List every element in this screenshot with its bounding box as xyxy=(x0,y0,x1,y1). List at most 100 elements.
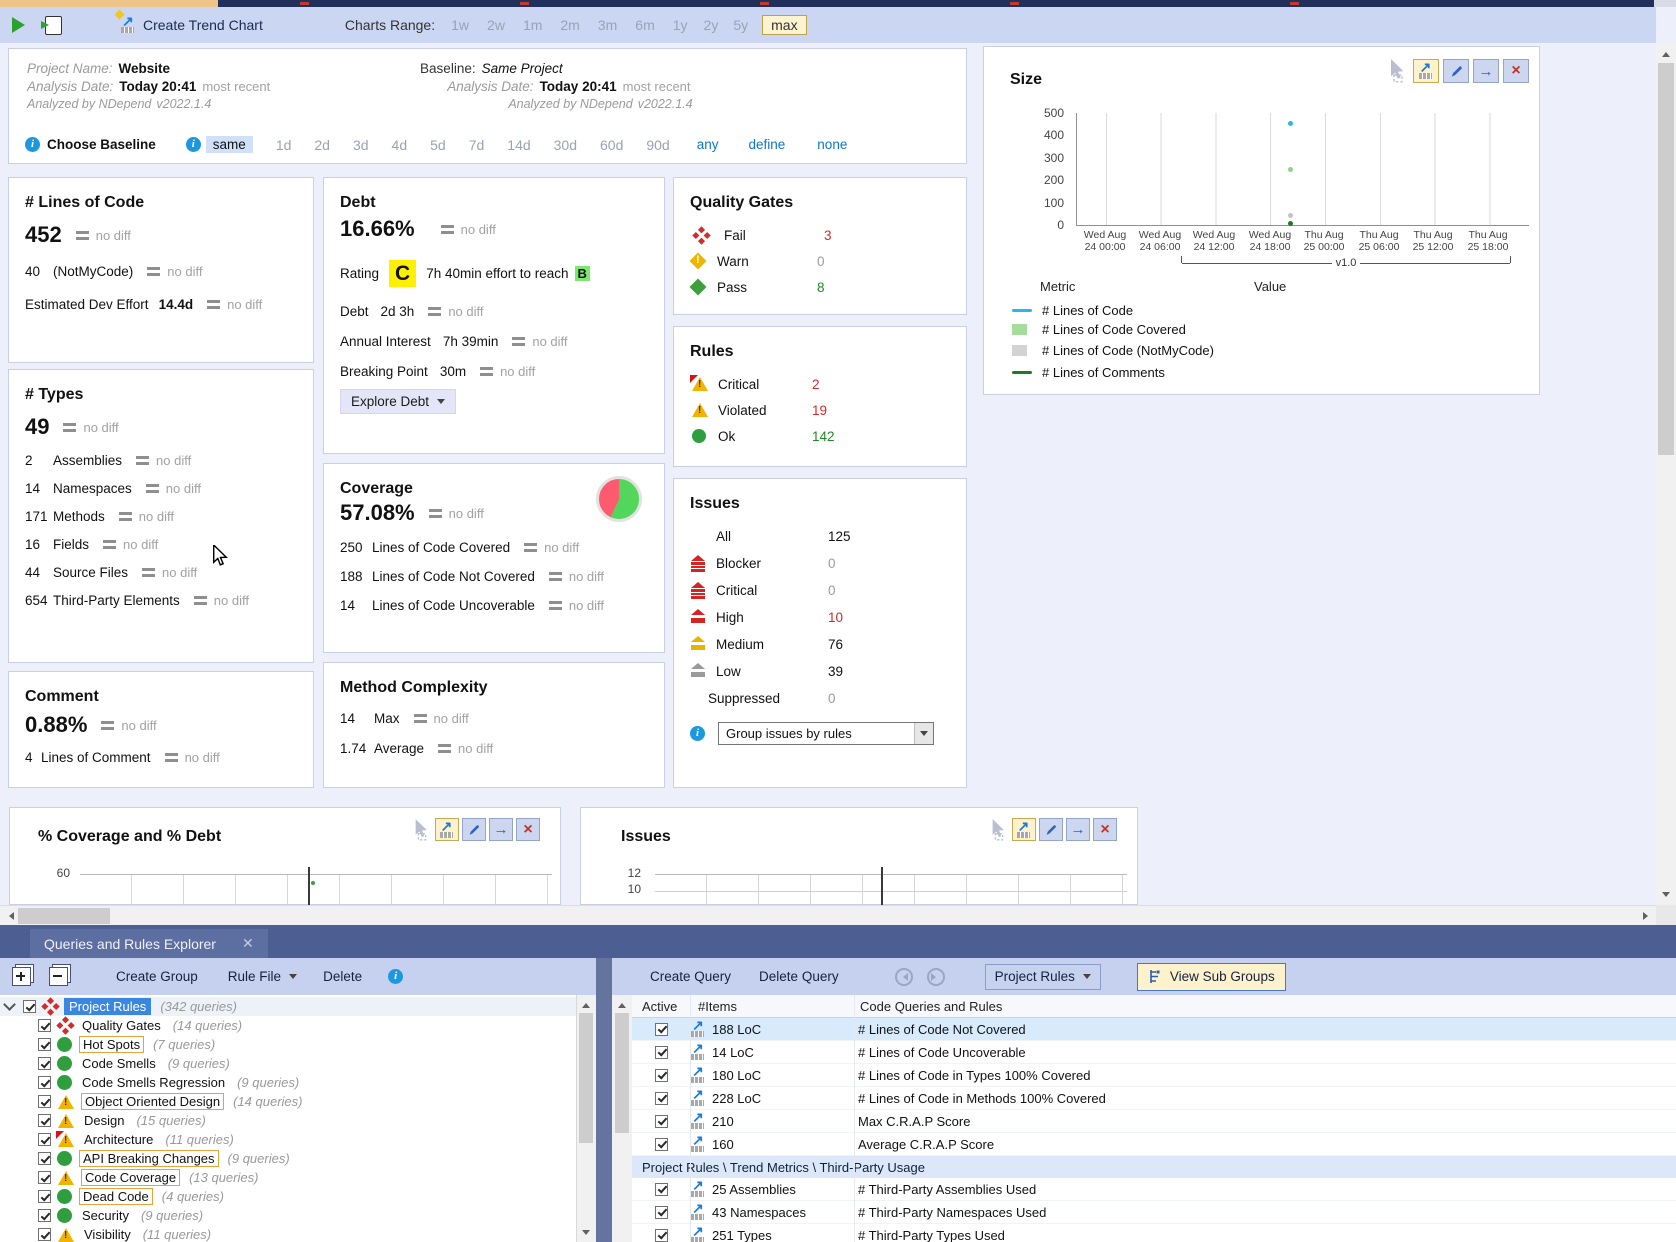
issue-label[interactable]: Low xyxy=(716,664,802,679)
checkbox[interactable] xyxy=(654,1045,668,1059)
baseline-3d[interactable]: 3d xyxy=(353,137,369,153)
baseline-2d[interactable]: 2d xyxy=(314,137,330,153)
tree-row-design[interactable]: ! Design (15 queries) xyxy=(0,1111,576,1130)
checkbox[interactable] xyxy=(38,1209,51,1222)
table-row[interactable]: 210 Max C.R.A.P Score xyxy=(632,1109,1676,1133)
tree-row-visibility[interactable]: ! Visibility (11 queries) xyxy=(0,1225,576,1242)
query-list-scrollbar[interactable] xyxy=(613,995,631,1242)
select-cursor-icon[interactable] xyxy=(1387,59,1409,83)
baseline-4d[interactable]: 4d xyxy=(392,137,408,153)
table-row[interactable]: 160 Average C.R.A.P Score xyxy=(632,1132,1676,1156)
checkbox[interactable] xyxy=(654,1114,668,1128)
tree-label[interactable]: Code Smells xyxy=(79,1056,159,1071)
baseline-same-option[interactable]: same xyxy=(205,136,253,153)
tree-row-object-oriented-design[interactable]: ! Object Oriented Design (14 queries) xyxy=(0,1092,576,1111)
range-1m[interactable]: 1m xyxy=(523,17,542,33)
scroll-up-arrow[interactable] xyxy=(1656,43,1676,61)
close-icon[interactable]: ✕ xyxy=(242,935,254,952)
info-icon[interactable] xyxy=(25,137,40,152)
header-active[interactable]: Active xyxy=(632,999,690,1014)
range-1w[interactable]: 1w xyxy=(451,17,469,33)
baseline-5d[interactable]: 5d xyxy=(430,137,446,153)
delete-chart-button[interactable]: × xyxy=(516,818,540,841)
table-row[interactable]: 180 LoC # Lines of Code in Types 100% Cov… xyxy=(632,1063,1676,1087)
edit-chart-button[interactable] xyxy=(1443,59,1469,83)
create-group-button[interactable]: Create Group xyxy=(116,969,198,984)
table-row[interactable]: 14 LoC # Lines of Code Uncoverable xyxy=(632,1040,1676,1064)
tree-label[interactable]: Visibility xyxy=(81,1227,134,1242)
explorer-tab[interactable]: Queries and Rules Explorer ✕ xyxy=(30,929,268,958)
scroll-down-arrow[interactable] xyxy=(577,1226,595,1242)
table-row[interactable]: 25 Assemblies # Third-Party Assemblies Us… xyxy=(632,1177,1676,1201)
checkbox[interactable] xyxy=(38,1171,51,1184)
edit-chart-button[interactable] xyxy=(462,818,486,841)
checkbox[interactable] xyxy=(654,1182,668,1196)
checkbox[interactable] xyxy=(38,1057,51,1070)
baseline-7d[interactable]: 7d xyxy=(469,137,485,153)
issue-label[interactable]: High xyxy=(716,610,802,625)
range-2m[interactable]: 2m xyxy=(560,17,579,33)
trend-chart-button[interactable] xyxy=(435,818,459,841)
checkbox[interactable] xyxy=(38,1076,51,1089)
issue-label[interactable]: Medium xyxy=(716,637,802,652)
baseline-14d[interactable]: 14d xyxy=(507,137,530,153)
baseline-60d[interactable]: 60d xyxy=(600,137,623,153)
delete-button[interactable]: Delete xyxy=(323,969,362,984)
forward-arrow-icon[interactable] xyxy=(926,967,945,986)
delete-query-button[interactable]: Delete Query xyxy=(759,969,839,984)
checkbox[interactable] xyxy=(38,1038,51,1051)
scroll-up-arrow[interactable] xyxy=(613,995,631,1011)
tree-label[interactable]: Hot Spots xyxy=(79,1036,145,1053)
rule-label[interactable]: Ok xyxy=(718,429,796,444)
select-cursor-icon[interactable] xyxy=(989,818,1009,841)
range-3m[interactable]: 3m xyxy=(598,17,617,33)
gate-label[interactable]: Pass xyxy=(717,280,795,295)
tree-row-code-smells-regression[interactable]: Code Smells Regression (9 queries) xyxy=(0,1073,576,1092)
trend-chart-button[interactable] xyxy=(1012,818,1036,841)
horizontal-scrollbar[interactable] xyxy=(0,905,1656,925)
info-icon[interactable] xyxy=(690,726,705,741)
scroll-right-arrow[interactable] xyxy=(1638,906,1656,926)
tree-scrollbar[interactable] xyxy=(576,995,595,1242)
checkbox[interactable] xyxy=(654,1068,668,1082)
checkbox[interactable] xyxy=(38,1190,51,1203)
delete-chart-button[interactable]: × xyxy=(1503,59,1529,83)
issues-all-label[interactable]: All xyxy=(716,529,802,544)
checkbox[interactable] xyxy=(654,1022,668,1036)
baseline-define-link[interactable]: define xyxy=(749,137,786,152)
header-items[interactable]: #Items xyxy=(690,999,854,1014)
issue-label[interactable]: Blocker xyxy=(716,556,802,571)
checkbox[interactable] xyxy=(38,1133,51,1146)
info-icon[interactable] xyxy=(185,137,201,152)
chevron-down-icon[interactable] xyxy=(3,998,16,1011)
checkbox[interactable] xyxy=(38,1114,51,1127)
range-5y[interactable]: 5y xyxy=(733,17,748,33)
tree-label[interactable]: API Breaking Changes xyxy=(79,1150,219,1167)
tree-label[interactable]: Code Smells Regression xyxy=(79,1075,228,1090)
back-arrow-icon[interactable] xyxy=(894,967,913,986)
explore-debt-button[interactable]: Explore Debt xyxy=(340,389,457,414)
range-2w[interactable]: 2w xyxy=(487,17,505,33)
tree-row-api-breaking-changes[interactable]: API Breaking Changes (9 queries) xyxy=(0,1149,576,1168)
checkbox[interactable] xyxy=(654,1137,668,1151)
range-2y[interactable]: 2y xyxy=(704,17,719,33)
scrollbar-thumb[interactable] xyxy=(615,1013,629,1133)
tree-row-project-rules[interactable]: Project Rules (342 queries) xyxy=(0,997,576,1016)
move-chart-button[interactable]: → xyxy=(1473,59,1499,83)
tree-label[interactable]: Dead Code xyxy=(79,1188,153,1205)
delete-chart-button[interactable]: × xyxy=(1093,818,1117,841)
checkbox[interactable] xyxy=(38,1019,51,1032)
table-row[interactable]: 43 Namespaces # Third-Party Namespaces Us… xyxy=(632,1200,1676,1224)
move-chart-button[interactable]: → xyxy=(489,818,513,841)
baseline-90d[interactable]: 90d xyxy=(646,137,669,153)
create-query-button[interactable]: Create Query xyxy=(650,969,731,984)
tree-label[interactable]: Object Oriented Design xyxy=(81,1093,225,1110)
move-chart-button[interactable]: → xyxy=(1066,818,1090,841)
table-row[interactable]: 228 LoC # Lines of Code in Methods 100% C… xyxy=(632,1086,1676,1110)
create-trend-chart-button[interactable]: Create Trend Chart xyxy=(143,17,263,33)
play-icon[interactable] xyxy=(12,17,25,33)
checkbox[interactable] xyxy=(38,1152,51,1165)
panel-splitter[interactable] xyxy=(596,958,612,1242)
checkbox[interactable] xyxy=(654,1228,668,1242)
scroll-down-arrow[interactable] xyxy=(1656,887,1676,905)
